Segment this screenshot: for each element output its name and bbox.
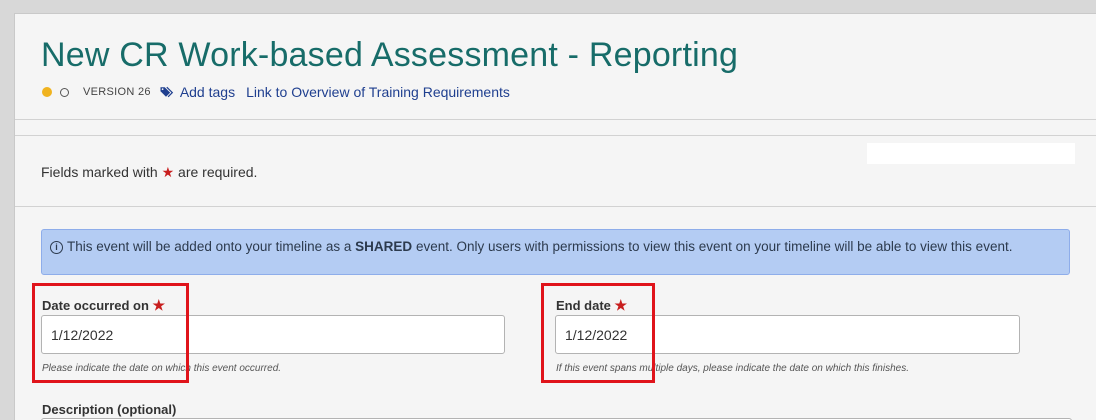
divider [15,206,1096,207]
info-text-end: event. Only users with permissions to vi… [412,239,1013,254]
info-text-start: This event will be added onto your timel… [67,239,356,254]
tag-icon[interactable] [160,86,176,98]
required-fields-note: Fields marked with ★ are required. [41,164,257,181]
add-tags-link[interactable]: Add tags [180,84,235,100]
required-star-icon: ★ [614,297,628,313]
end-date-label: End date ★ [556,297,627,314]
end-date-help: If this event spans multiple days, pleas… [556,363,909,374]
status-dot-filled-icon [42,87,52,97]
end-date-label-text: End date [556,298,611,313]
end-date-input[interactable] [555,315,1020,354]
version-label: VERSION 26 [83,86,151,98]
date-occurred-label: Date occurred on ★ [42,297,165,314]
page: New CR Work-based Assessment - Reporting… [0,0,1096,420]
info-text-bold: SHARED [355,239,413,254]
divider [15,119,1096,120]
date-occurred-label-text: Date occurred on [42,298,149,313]
divider [15,135,1096,136]
shared-event-info-banner: i This event will be added onto your time… [41,229,1070,275]
status-dot-empty-icon [60,87,69,97]
meta-row: VERSION 26 Add tags Link to Overview of … [42,84,510,100]
required-note-text-end: are required. [174,164,258,180]
info-icon: i [50,241,63,254]
required-star-icon: ★ [161,164,175,180]
date-occurred-input[interactable] [41,315,505,354]
blank-panel [867,143,1075,164]
overview-training-requirements-link[interactable]: Link to Overview of Training Requirement… [246,84,510,100]
description-label: Description (optional) [42,402,177,417]
page-title: New CR Work-based Assessment - Reporting [41,36,739,74]
required-note-text: Fields marked with [41,164,162,180]
form-sheet: New CR Work-based Assessment - Reporting… [14,13,1096,420]
required-star-icon: ★ [152,297,166,313]
date-occurred-help: Please indicate the date on which this e… [42,363,282,374]
